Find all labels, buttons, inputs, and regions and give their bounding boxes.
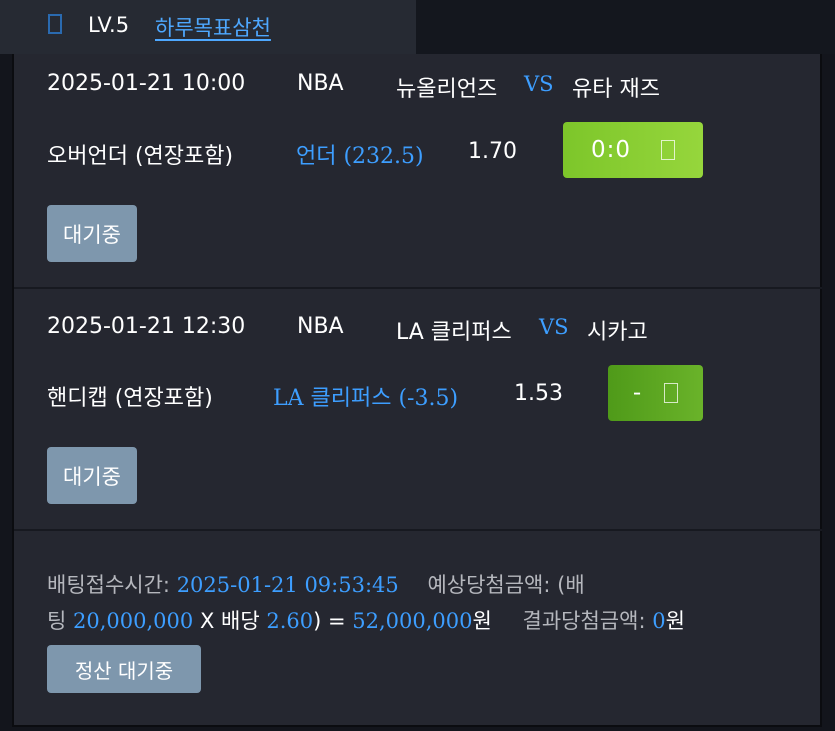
- home-team: 뉴올리언즈: [396, 77, 498, 102]
- expand-icon: [664, 383, 679, 403]
- settle-status-button[interactable]: 정산 대기중: [47, 645, 201, 693]
- won-unit: 원: [472, 609, 492, 633]
- expected-label-cont: 팅: [47, 609, 67, 633]
- expected-label: 예상당첨금액: (배: [427, 573, 585, 597]
- times-label: X 배당: [199, 609, 260, 633]
- username-link[interactable]: 하루목표삼천: [155, 12, 271, 42]
- expected-amount: 52,000,000: [352, 609, 473, 633]
- away-team: 시카고: [587, 320, 648, 345]
- user-level: LV.5: [88, 13, 130, 37]
- total-odds: 2.60: [266, 609, 314, 633]
- vs-label: VS: [524, 72, 554, 96]
- top-bar: LV.5 하루목표삼천: [0, 0, 835, 54]
- bet-market: 오버언더 (연장포함): [47, 144, 234, 169]
- summary-line-2: 팅 20,000,000 X 배당 2.60) = 52,000,000원 결과…: [47, 605, 685, 635]
- bet-pick: LA 클리퍼스 (-3.5): [273, 386, 459, 411]
- equals-label: ) =: [313, 609, 346, 633]
- home-team: LA 클리퍼스: [396, 320, 512, 345]
- bet-league: NBA: [297, 71, 344, 96]
- score-value: -: [632, 380, 643, 406]
- summary-divider: [14, 529, 822, 531]
- result-won-unit: 원: [665, 609, 685, 633]
- bet-odds: 1.53: [514, 381, 563, 406]
- score-button[interactable]: 0:0: [563, 122, 703, 178]
- status-button[interactable]: 대기중: [47, 447, 137, 504]
- user-panel: LV.5 하루목표삼천: [0, 0, 416, 54]
- bet-market: 핸디캡 (연장포함): [47, 386, 213, 411]
- summary-line-1: 배팅접수시간: 2025-01-21 09:53:45 예상당첨금액: (배: [47, 569, 585, 599]
- expand-icon: [661, 140, 675, 160]
- stake-amount: 20,000,000: [73, 609, 194, 633]
- status-button[interactable]: 대기중: [47, 205, 137, 262]
- score-button[interactable]: -: [608, 365, 703, 421]
- bet-datetime: 2025-01-21 10:00: [47, 71, 246, 96]
- score-value: 0:0: [590, 137, 631, 163]
- bet-pick: 언더 (232.5): [296, 144, 424, 169]
- result-amount: 0: [652, 609, 666, 633]
- away-team: 유타 재즈: [572, 77, 660, 102]
- bet-time-label: 배팅접수시간:: [47, 573, 170, 597]
- bet-datetime: 2025-01-21 12:30: [47, 314, 246, 339]
- bet-time-value: 2025-01-21 09:53:45: [176, 573, 399, 597]
- level-badge-icon: [48, 14, 62, 34]
- bet-divider: [14, 287, 822, 289]
- bet-odds: 1.70: [468, 139, 517, 164]
- vs-label: VS: [539, 315, 569, 339]
- result-label: 결과당첨금액:: [522, 609, 646, 633]
- bet-league: NBA: [297, 314, 344, 339]
